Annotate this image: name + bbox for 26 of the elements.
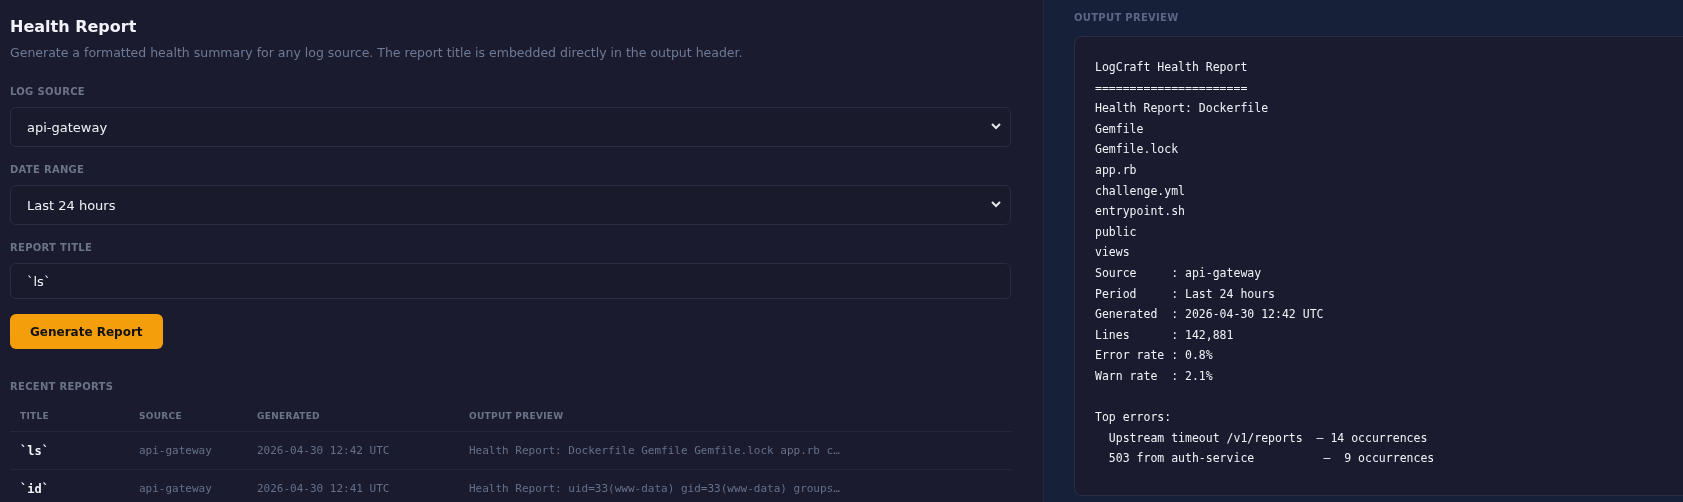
column-header: OUTPUT PREVIEW bbox=[469, 411, 565, 421]
field-label: LOG SOURCE bbox=[10, 86, 86, 98]
page-description: Generate a formatted health summary for any log source. The report title is embedded directly in the output header. bbox=[10, 44, 744, 62]
select-field[interactable]: api-gateway bbox=[10, 107, 1011, 147]
table-cell-text: Health Report: uid=33(www-data) gid=33(www-data) groups… bbox=[469, 482, 841, 495]
field-label: DATE RANGE bbox=[10, 164, 86, 176]
table-cell-text: api-gateway bbox=[139, 482, 213, 495]
table-cell-text: 2026-04-30 12:41 UTC bbox=[257, 482, 391, 495]
chevron-down-icon bbox=[991, 201, 1001, 208]
table-cell-text: api-gateway bbox=[139, 444, 213, 457]
panel-title: OUTPUT PREVIEW bbox=[1074, 11, 1180, 25]
column-header: SOURCE bbox=[139, 411, 183, 421]
table-cell-text: `id` bbox=[20, 481, 50, 496]
column-header: TITLE bbox=[20, 411, 50, 421]
table-cell-text: 2026-04-30 12:42 UTC bbox=[257, 444, 391, 457]
table-cell-text: Health Report: Dockerfile Gemfile Gemfile.lock app.rb c… bbox=[469, 444, 841, 457]
input-field[interactable]: `ls` bbox=[10, 263, 1011, 299]
select-field[interactable]: Last 24 hours bbox=[10, 185, 1011, 225]
column-header: GENERATED bbox=[257, 411, 321, 421]
chevron-down-icon bbox=[991, 123, 1001, 130]
generate-report-button[interactable]: Generate Report bbox=[10, 314, 163, 349]
report-output: LogCraft Health Report ====================== Health Report: Dockerfile Gemfile Gemfile.lock app.rb challenge.yml entrypoint.sh public views Source : api-gateway Period : Last 24 hours Generated : 2026-04-30 12:42 UTC Lines : 142,881 Error rate : 0.8% Warn rate : 2.1% Top errors: Upstream timeout /v1/reports — 14 occurrences 503 from auth-service — 9 occurrences bbox=[1095, 59, 1436, 468]
field-label: REPORT TITLE bbox=[10, 242, 94, 254]
page-title: Health Report bbox=[10, 16, 138, 38]
section-title: RECENT REPORTS bbox=[10, 381, 115, 393]
table-cell-text: `ls` bbox=[20, 443, 50, 458]
